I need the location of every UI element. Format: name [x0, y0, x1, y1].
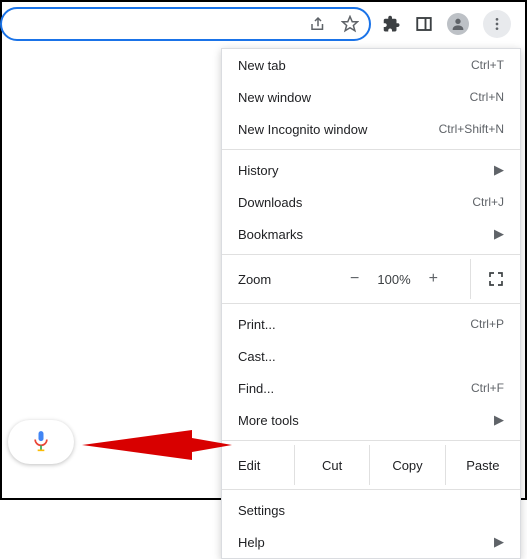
- menu-shortcut: Ctrl+N: [470, 90, 504, 104]
- menu-label: More tools: [238, 413, 494, 428]
- menu-divider: [222, 303, 520, 304]
- menu-zoom: Zoom − 100% +: [222, 259, 520, 299]
- menu-print[interactable]: Print... Ctrl+P: [222, 308, 520, 340]
- sidepanel-icon[interactable]: [415, 15, 433, 33]
- menu-shortcut: Ctrl+J: [472, 195, 504, 209]
- chrome-menu: New tab Ctrl+T New window Ctrl+N New Inc…: [221, 48, 521, 559]
- chevron-right-icon: ▶: [494, 226, 504, 242]
- fullscreen-button[interactable]: [470, 259, 520, 299]
- voice-search-button[interactable]: [8, 420, 74, 464]
- menu-label: Zoom: [238, 272, 318, 287]
- menu-new-tab[interactable]: New tab Ctrl+T: [222, 49, 520, 81]
- menu-label: Downloads: [238, 195, 472, 210]
- menu-label: Cast...: [238, 349, 504, 364]
- menu-divider: [222, 254, 520, 255]
- menu-edit: Edit Cut Copy Paste: [222, 445, 520, 485]
- fullscreen-icon: [488, 271, 504, 287]
- menu-label: Bookmarks: [238, 227, 494, 242]
- chevron-right-icon: ▶: [494, 412, 504, 428]
- kebab-menu-button[interactable]: [483, 10, 511, 38]
- zoom-controls: − 100% +: [318, 270, 470, 288]
- edit-cut-button[interactable]: Cut: [294, 445, 369, 485]
- menu-label: Print...: [238, 317, 470, 332]
- menu-divider: [222, 489, 520, 490]
- menu-cast[interactable]: Cast...: [222, 340, 520, 372]
- menu-label: Find...: [238, 381, 471, 396]
- zoom-in-button[interactable]: +: [429, 270, 438, 288]
- share-icon[interactable]: [309, 15, 327, 33]
- menu-downloads[interactable]: Downloads Ctrl+J: [222, 186, 520, 218]
- edit-paste-button[interactable]: Paste: [445, 445, 520, 485]
- menu-new-incognito[interactable]: New Incognito window Ctrl+Shift+N: [222, 113, 520, 145]
- menu-divider: [222, 149, 520, 150]
- menu-more-tools[interactable]: More tools ▶: [222, 404, 520, 436]
- menu-divider: [222, 440, 520, 441]
- menu-label: Edit: [222, 445, 294, 485]
- zoom-out-button[interactable]: −: [350, 270, 359, 288]
- menu-shortcut: Ctrl+Shift+N: [439, 122, 504, 136]
- annotation-arrow: [82, 422, 232, 468]
- zoom-value: 100%: [377, 272, 410, 287]
- menu-label: Help: [238, 535, 494, 550]
- menu-shortcut: Ctrl+T: [471, 58, 504, 72]
- menu-shortcut: Ctrl+P: [470, 317, 504, 331]
- menu-label: New window: [238, 90, 470, 105]
- menu-new-window[interactable]: New window Ctrl+N: [222, 81, 520, 113]
- profile-avatar[interactable]: [447, 13, 469, 35]
- menu-shortcut: Ctrl+F: [471, 381, 504, 395]
- menu-label: New Incognito window: [238, 122, 439, 137]
- menu-history[interactable]: History ▶: [222, 154, 520, 186]
- extensions-icon[interactable]: [383, 15, 401, 33]
- address-bar[interactable]: [0, 7, 371, 41]
- chevron-right-icon: ▶: [494, 534, 504, 550]
- toolbar-actions: [377, 10, 517, 38]
- edit-copy-button[interactable]: Copy: [369, 445, 444, 485]
- menu-bookmarks[interactable]: Bookmarks ▶: [222, 218, 520, 250]
- chevron-right-icon: ▶: [494, 162, 504, 178]
- microphone-icon: [31, 429, 51, 455]
- menu-help[interactable]: Help ▶: [222, 526, 520, 558]
- browser-toolbar: [2, 2, 525, 46]
- menu-settings[interactable]: Settings: [222, 494, 520, 526]
- menu-label: New tab: [238, 58, 471, 73]
- star-icon[interactable]: [341, 15, 359, 33]
- menu-find[interactable]: Find... Ctrl+F: [222, 372, 520, 404]
- menu-label: History: [238, 163, 494, 178]
- menu-label: Settings: [238, 503, 504, 518]
